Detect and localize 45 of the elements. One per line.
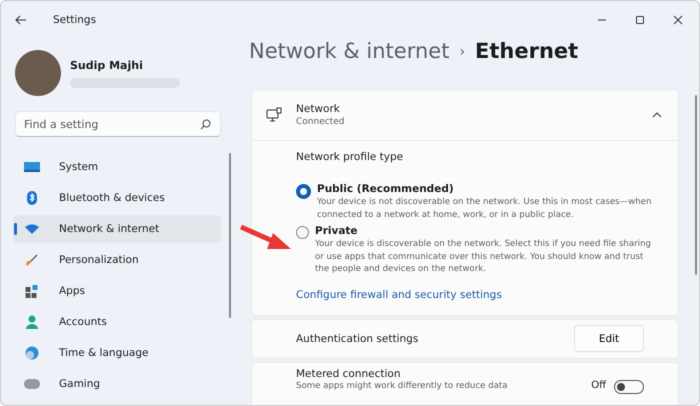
network-title: Network xyxy=(296,103,341,115)
radio-button[interactable] xyxy=(296,226,309,239)
search-field[interactable]: Find a setting xyxy=(15,111,221,137)
globe-clock-icon xyxy=(23,346,41,360)
breadcrumb-parent[interactable]: Network & internet xyxy=(249,39,450,63)
sidebar-item[interactable]: Accounts xyxy=(13,308,221,336)
toggle-state: Off xyxy=(591,380,606,390)
sidebar-item[interactable]: Apps xyxy=(13,277,221,305)
window-title: Settings xyxy=(53,14,96,26)
firewall-link[interactable]: Configure firewall and security settings xyxy=(296,288,658,300)
option-label: Public (Recommended) xyxy=(317,183,455,195)
sidebar-item[interactable]: Gaming xyxy=(13,370,221,398)
ethernet-monitor-icon xyxy=(266,107,282,123)
chevron-icon[interactable] xyxy=(652,112,662,118)
back-arrow-icon[interactable] xyxy=(15,15,27,25)
network-header[interactable]: Network Connected xyxy=(252,90,678,141)
sidebar-item[interactable]: System xyxy=(13,153,221,181)
radio-button[interactable] xyxy=(296,184,311,199)
monitor-icon xyxy=(23,161,41,173)
wifi-icon xyxy=(23,224,41,234)
sidebar-item[interactable]: Bluetooth & devices xyxy=(13,184,221,212)
scrollbar[interactable] xyxy=(229,153,231,318)
person-icon xyxy=(23,315,41,329)
option-description: Your device is not discoverable on the network. Use this in most cases—when connected to a network at home, work, or in a public place. xyxy=(317,196,652,221)
close-icon[interactable] xyxy=(673,15,683,25)
avatar xyxy=(15,50,61,96)
metered-description: Some apps might work differently to reduce data xyxy=(296,380,508,390)
section-label: Network profile type xyxy=(296,151,404,163)
option-label: Private xyxy=(315,225,359,237)
network-status: Connected xyxy=(296,117,346,127)
toggle-switch[interactable] xyxy=(614,380,644,394)
authentication-label: Authentication settings xyxy=(296,332,420,344)
option-description: Your device is discoverable on the network. Select this if you need file sharing or use apps that communicate over this network. You should know and trust the people and devices on the network. xyxy=(315,238,652,276)
search-icon[interactable] xyxy=(200,119,211,130)
sidebar-item[interactable]: Personalization xyxy=(13,246,221,274)
scrollbar[interactable] xyxy=(695,95,697,275)
pointer-arrow-annotation xyxy=(239,223,293,251)
sidebar-item[interactable]: Network & internet xyxy=(13,215,221,243)
breadcrumb-separator: › xyxy=(459,43,466,60)
page-title: Ethernet xyxy=(475,39,578,63)
edit-button[interactable]: Edit xyxy=(574,325,644,352)
maximize-icon[interactable] xyxy=(635,15,645,25)
user-name: Sudip Majhi xyxy=(70,58,144,72)
metered-label: Metered connection xyxy=(296,368,402,380)
sidebar-item[interactable]: Time & language xyxy=(13,339,221,367)
